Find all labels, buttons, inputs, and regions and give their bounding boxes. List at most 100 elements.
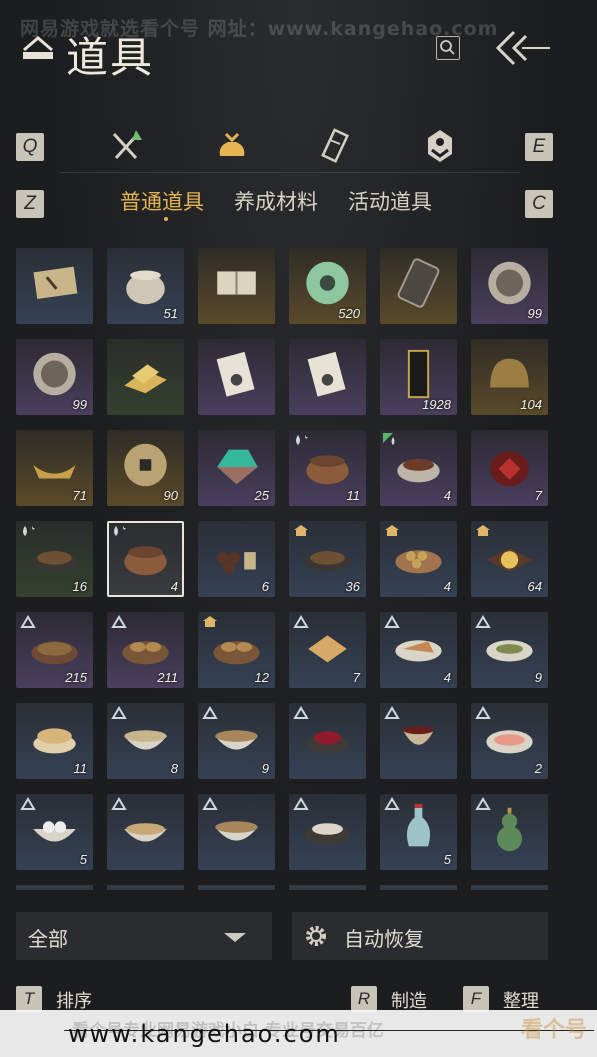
roof-badge-icon xyxy=(294,525,308,536)
item-slot[interactable]: 51 xyxy=(107,248,184,324)
item-count: 12 xyxy=(254,670,269,685)
item-count: 215 xyxy=(65,670,87,685)
tab-gems[interactable] xyxy=(420,126,460,166)
item-count: 9 xyxy=(261,761,269,776)
tent-badge-icon xyxy=(111,797,127,810)
tab-scrolls[interactable] xyxy=(316,126,356,166)
tab-items[interactable] xyxy=(212,126,252,166)
tent-badge-icon xyxy=(111,706,127,719)
subtab-normal-items[interactable]: 普通道具 xyxy=(120,186,204,216)
token-item-icon xyxy=(397,258,440,308)
item-slot[interactable]: 7 xyxy=(471,430,548,506)
item-slot[interactable] xyxy=(471,794,548,870)
tent-badge-icon xyxy=(111,615,127,628)
item-count: 99 xyxy=(72,397,87,412)
item-slot[interactable]: 8 xyxy=(107,703,184,779)
key-prev-subtab[interactable]: Z xyxy=(16,190,44,218)
item-slot[interactable]: 104 xyxy=(471,339,548,415)
item-slot[interactable]: 11 xyxy=(16,703,93,779)
item-slot[interactable] xyxy=(16,248,93,324)
item-slot[interactable]: 211 xyxy=(107,612,184,688)
next-row-partial xyxy=(16,885,564,890)
item-slot[interactable]: 71 xyxy=(16,430,93,506)
item-slot[interactable] xyxy=(198,248,275,324)
item-slot[interactable]: 1928 xyxy=(380,339,457,415)
item-slot[interactable]: 11 xyxy=(289,430,366,506)
subtab-event-items[interactable]: 活动道具 xyxy=(348,186,432,216)
item-slot[interactable] xyxy=(380,248,457,324)
item-slot[interactable] xyxy=(289,794,366,870)
item-count: 4 xyxy=(170,579,178,594)
card-item-icon xyxy=(307,351,346,397)
item-slot[interactable]: 4 xyxy=(380,430,457,506)
item-slot[interactable] xyxy=(198,339,275,415)
medal-item-icon xyxy=(488,261,531,305)
tent-badge-icon xyxy=(384,797,400,810)
item-slot[interactable] xyxy=(289,339,366,415)
watermark-brand: 看个号 xyxy=(520,1018,587,1043)
item-count: 2 xyxy=(534,761,542,776)
item-slot[interactable]: 99 xyxy=(471,248,548,324)
item-slot[interactable]: 99 xyxy=(16,339,93,415)
tent-badge-icon xyxy=(293,615,309,628)
key-next-tab[interactable]: E xyxy=(525,133,553,161)
weapon-icon xyxy=(112,130,142,160)
item-slot[interactable]: 520 xyxy=(289,248,366,324)
item-slot[interactable]: 7 xyxy=(289,612,366,688)
watermark-url: www.kangehao.com xyxy=(68,1020,341,1048)
key-sort: T xyxy=(16,986,42,1012)
item-slot[interactable]: 4 xyxy=(107,521,184,597)
key-prev-tab[interactable]: Q xyxy=(16,133,44,161)
auto-restore-button[interactable]: 自动恢复 xyxy=(292,912,548,960)
drop-badge-icon xyxy=(296,435,308,445)
search-button[interactable] xyxy=(436,36,460,60)
item-slot[interactable]: 6 xyxy=(198,521,275,597)
tab-divider xyxy=(60,172,520,173)
key-next-subtab[interactable]: C xyxy=(525,190,553,218)
item-slot[interactable]: 4 xyxy=(380,612,457,688)
item-grid: 51 520 99 99 1928 104 71 90 25 11 4 7 16 4 6 36 4 64 215 21… xyxy=(16,248,548,870)
item-count: 64 xyxy=(527,579,542,594)
item-count: 90 xyxy=(163,488,178,503)
tab-weapons[interactable] xyxy=(106,126,146,166)
item-count: 71 xyxy=(72,488,87,503)
item-slot[interactable]: 90 xyxy=(107,430,184,506)
tent-badge-icon xyxy=(20,797,36,810)
item-slot[interactable] xyxy=(107,794,184,870)
subtab-materials[interactable]: 养成材料 xyxy=(234,186,318,216)
pouch-icon xyxy=(219,132,245,156)
item-slot[interactable]: 25 xyxy=(198,430,275,506)
back-button[interactable] xyxy=(492,28,554,68)
tent-badge-icon xyxy=(475,797,491,810)
item-slot[interactable]: 16 xyxy=(16,521,93,597)
roof-badge-icon xyxy=(203,616,217,627)
chevron-down-icon xyxy=(224,933,246,942)
gold-bars-item-icon xyxy=(124,364,167,394)
item-slot[interactable]: 36 xyxy=(289,521,366,597)
item-slot[interactable]: 9 xyxy=(198,703,275,779)
search-icon xyxy=(440,40,455,55)
item-slot[interactable]: 5 xyxy=(380,794,457,870)
watermark-banner: 看个号专业网易游戏小白 专业号交易百亿 www.kangehao.com 看个号 xyxy=(0,1010,597,1057)
item-slot[interactable]: 64 xyxy=(471,521,548,597)
item-slot[interactable] xyxy=(198,794,275,870)
item-slot[interactable] xyxy=(380,703,457,779)
sort-action[interactable]: T 排序 xyxy=(16,986,136,1012)
organize-action[interactable]: F 整理 xyxy=(463,986,563,1012)
item-slot-partial xyxy=(107,885,184,890)
item-count: 36 xyxy=(345,579,360,594)
item-slot[interactable]: 12 xyxy=(198,612,275,688)
tent-badge-icon xyxy=(202,706,218,719)
category-filter-select[interactable]: 全部 xyxy=(16,912,272,960)
item-slot[interactable]: 9 xyxy=(471,612,548,688)
item-slot[interactable]: 2 xyxy=(471,703,548,779)
item-slot[interactable] xyxy=(289,703,366,779)
item-slot[interactable]: 215 xyxy=(16,612,93,688)
item-slot[interactable]: 5 xyxy=(16,794,93,870)
item-count: 9 xyxy=(534,670,542,685)
item-slot[interactable]: 4 xyxy=(380,521,457,597)
card-item-icon xyxy=(216,351,255,397)
drop-badge-icon xyxy=(23,526,35,536)
item-slot[interactable] xyxy=(107,339,184,415)
craft-action[interactable]: R 制造 xyxy=(351,986,451,1012)
